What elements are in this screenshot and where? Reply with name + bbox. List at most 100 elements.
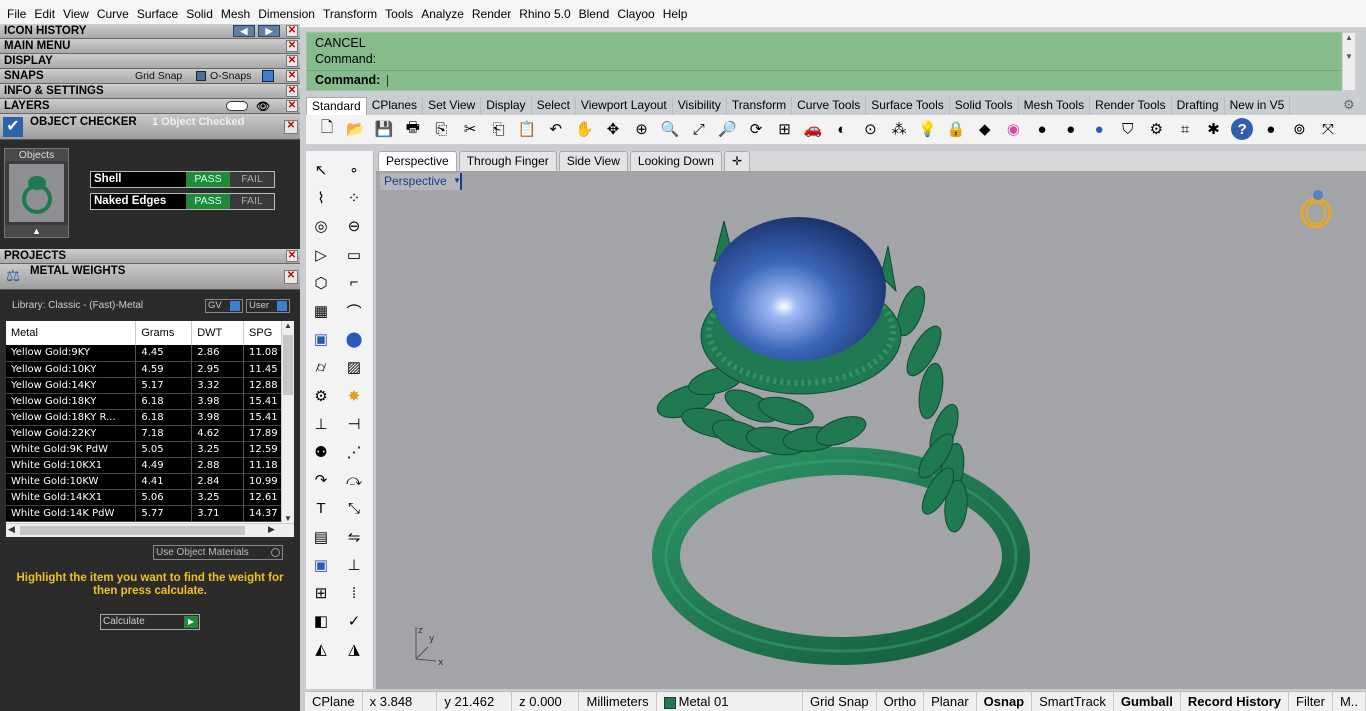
close-icon[interactable]: ✕ bbox=[284, 270, 298, 284]
close-icon[interactable]: ✕ bbox=[286, 100, 298, 112]
history-icon[interactable]: ⦙ bbox=[343, 582, 365, 604]
points-icon[interactable]: ⁂ bbox=[888, 118, 910, 140]
menu-render[interactable]: Render bbox=[468, 7, 515, 21]
toolbar-tab-transform[interactable]: Transform bbox=[727, 97, 793, 115]
planar-toggle[interactable]: Planar bbox=[924, 692, 977, 711]
gumball-toggle[interactable]: Gumball bbox=[1114, 692, 1181, 711]
toolbar-tab-mesh-tools[interactable]: Mesh Tools bbox=[1019, 97, 1091, 115]
layer-toggle-icon[interactable] bbox=[226, 101, 248, 111]
rotate-view-icon[interactable]: ⟳ bbox=[745, 118, 767, 140]
filter-toggle[interactable]: Filter bbox=[1289, 692, 1333, 711]
units-status[interactable]: Millimeters bbox=[579, 692, 657, 711]
hscroll-thumb[interactable] bbox=[20, 526, 245, 535]
menu-mesh[interactable]: Mesh bbox=[217, 7, 254, 21]
zoom-dynamic-icon[interactable]: 🔍 bbox=[659, 118, 681, 140]
help-icon[interactable]: ? bbox=[1231, 118, 1254, 140]
snap-options-icon[interactable] bbox=[262, 70, 274, 82]
polyline-icon[interactable]: ⌇ bbox=[310, 187, 332, 209]
star-icon[interactable]: ✱ bbox=[1203, 118, 1225, 140]
object-checker-header[interactable]: ✔ OBJECT CHECKER 1 Object Checked ✕ bbox=[0, 114, 300, 140]
menu-rhino-5-0[interactable]: Rhino 5.0 bbox=[515, 7, 574, 21]
scroll-right-icon[interactable]: ▶ bbox=[268, 524, 275, 535]
calculate-button[interactable]: Calculate ▶ bbox=[100, 614, 200, 630]
boolean-icon[interactable]: ⚉ bbox=[310, 441, 332, 463]
menu-dimension[interactable]: Dimension bbox=[254, 7, 319, 21]
import-icon[interactable]: ⎘ bbox=[430, 118, 452, 140]
scroll-thumb[interactable] bbox=[283, 335, 293, 395]
snaps-header[interactable]: SNAPS Grid Snap O-Snaps ✕ bbox=[0, 69, 300, 84]
column-header-dwt[interactable]: DWT bbox=[191, 321, 245, 345]
transform-icon[interactable]: ⤧ bbox=[1317, 118, 1339, 140]
column-header-grams[interactable]: Grams bbox=[135, 321, 193, 345]
table-row[interactable]: White Gold:10KW 4.41 2.84 10.99 bbox=[6, 473, 288, 490]
cplane-status[interactable]: CPlane bbox=[305, 692, 363, 711]
cylinder-icon[interactable]: ⌭ bbox=[310, 356, 332, 378]
menu-blend[interactable]: Blend bbox=[575, 7, 614, 21]
lock-icon[interactable]: 🔒 bbox=[945, 118, 967, 140]
patch-icon[interactable]: ▨ bbox=[343, 356, 365, 378]
table-row[interactable]: Yellow Gold:22KY 7.18 4.62 17.89 bbox=[6, 425, 288, 442]
layer-status[interactable]: Metal 01 bbox=[657, 692, 804, 711]
snap-tools-icon[interactable]: ⌗ bbox=[1174, 118, 1196, 140]
toolbar-tab-standard[interactable]: Standard bbox=[306, 97, 367, 115]
o-snaps-toggle[interactable]: O-Snaps bbox=[210, 69, 251, 83]
hexagon-icon[interactable]: ⬡ bbox=[310, 272, 332, 294]
point-icon[interactable]: ∘ bbox=[343, 159, 365, 181]
array-icon[interactable]: ⋰ bbox=[343, 441, 365, 463]
viewport-tab-through-finger[interactable]: Through Finger bbox=[458, 151, 557, 171]
surface-icon[interactable]: ▦ bbox=[310, 300, 332, 322]
color-wheel-icon[interactable]: ◉ bbox=[1002, 118, 1024, 140]
paint-icon[interactable]: ⛉ bbox=[1117, 118, 1139, 140]
select-arrow-icon[interactable]: ↖ bbox=[310, 159, 332, 181]
command-history[interactable]: CANCEL Command: Command: bbox=[306, 32, 1342, 91]
toolbar-tab-drafting[interactable]: Drafting bbox=[1172, 97, 1225, 115]
toolbar-tab-visibility[interactable]: Visibility bbox=[673, 97, 727, 115]
blue-sphere-icon[interactable]: ● bbox=[1088, 118, 1110, 140]
info-settings-header[interactable]: INFO & SETTINGS ✕ bbox=[0, 84, 300, 99]
zoom-extents-icon[interactable]: ⤢ bbox=[688, 118, 710, 140]
move-view-icon[interactable]: ✥ bbox=[602, 118, 624, 140]
analyze-icon[interactable]: ◧ bbox=[310, 610, 332, 632]
toolbar-tab-surface-tools[interactable]: Surface Tools bbox=[866, 97, 950, 115]
scale-icon[interactable]: ⤡ bbox=[343, 497, 365, 519]
ortho-toggle[interactable]: Ortho bbox=[877, 692, 925, 711]
viewport-tab-perspective[interactable]: Perspective bbox=[378, 151, 457, 171]
menu-surface[interactable]: Surface bbox=[133, 7, 182, 21]
table-vertical-scrollbar[interactable]: ▲ ▼ bbox=[281, 321, 294, 537]
toolbar-tab-select[interactable]: Select bbox=[532, 97, 576, 115]
object-thumbnail[interactable] bbox=[9, 164, 64, 222]
layers-header[interactable]: LAYERS 👁 ✕ bbox=[0, 99, 300, 114]
table-row[interactable]: White Gold:9K PdW 5.05 3.25 12.59 bbox=[6, 441, 288, 458]
grid-snap-toggle[interactable]: Grid Snap bbox=[803, 692, 877, 711]
print-icon[interactable]: 🖶 bbox=[402, 118, 424, 140]
menu-transform[interactable]: Transform bbox=[319, 7, 381, 21]
dimension-icon[interactable]: ⊥ bbox=[343, 554, 365, 576]
zoom-window-icon[interactable]: ⊕ bbox=[631, 118, 653, 140]
ellipse-icon[interactable]: ⊖ bbox=[343, 215, 365, 237]
metal-weights-header[interactable]: ⚖ METAL WEIGHTS ✕ bbox=[0, 264, 300, 290]
table-row[interactable]: White Gold:14KX1 5.06 3.25 12.61 bbox=[6, 489, 288, 506]
perspective-viewport[interactable]: Perspective ▼ y x z bbox=[376, 171, 1366, 689]
car-render-icon[interactable]: 🚗 bbox=[802, 118, 824, 140]
toolbar-tab-solid-tools[interactable]: Solid Tools bbox=[950, 97, 1019, 115]
menu-clayoo[interactable]: Clayoo bbox=[613, 7, 658, 21]
back-arrow-icon[interactable]: ◀ bbox=[233, 25, 255, 37]
menu-analyze[interactable]: Analyze bbox=[417, 7, 468, 21]
open-folder-icon[interactable]: 📂 bbox=[345, 118, 367, 140]
viewport-tab-side-view[interactable]: Side View bbox=[558, 151, 628, 171]
osnap-toggle[interactable]: Osnap bbox=[977, 692, 1033, 711]
close-icon[interactable]: ✕ bbox=[284, 120, 298, 134]
viewport-title[interactable]: Perspective ▼ bbox=[380, 173, 462, 190]
grid-snap-toggle[interactable]: Grid Snap bbox=[135, 69, 182, 83]
multi-point-icon[interactable]: ⁘ bbox=[343, 187, 365, 209]
sweep-icon[interactable]: ⌒ bbox=[343, 300, 365, 322]
sphere-solid-icon[interactable]: ⬤ bbox=[343, 328, 365, 350]
gear-icon[interactable]: ⚙ bbox=[1343, 97, 1355, 113]
table-row[interactable]: Yellow Gold:10KY 4.59 2.95 11.45 bbox=[6, 361, 288, 378]
group-icon[interactable]: ▤ bbox=[310, 526, 332, 548]
table-row[interactable]: Yellow Gold:14KY 5.17 3.32 12.88 bbox=[6, 377, 288, 394]
more-status[interactable]: M.. bbox=[1333, 692, 1366, 711]
light-icon[interactable]: 💡 bbox=[917, 118, 939, 140]
close-icon[interactable]: ✕ bbox=[286, 250, 298, 262]
cut-icon[interactable]: ✂ bbox=[459, 118, 481, 140]
